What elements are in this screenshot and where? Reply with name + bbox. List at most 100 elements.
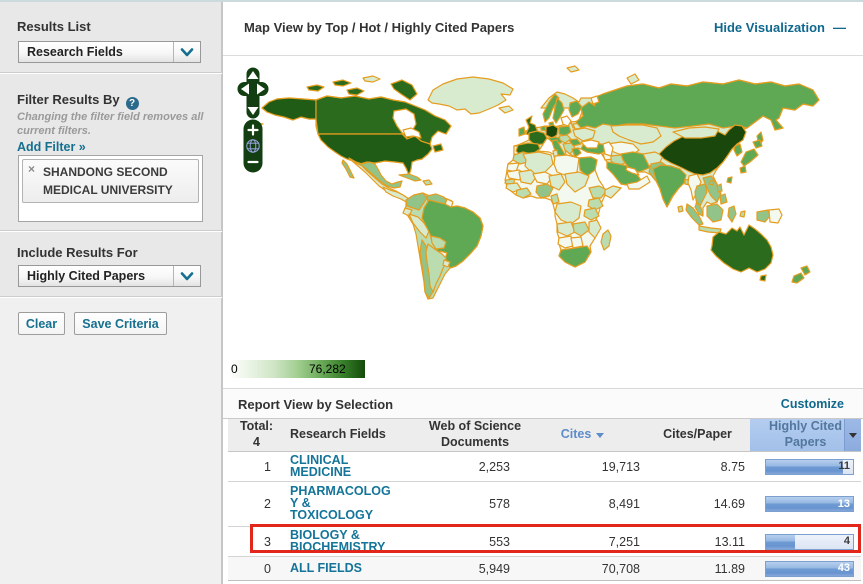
filter-results-by-label: Filter Results By? [17, 92, 139, 110]
results-list-selected-value: Research Fields [27, 45, 123, 59]
country-moluccas[interactable] [739, 210, 746, 218]
country-ireland[interactable] [518, 126, 526, 137]
country-hokkaido[interactable] [752, 139, 763, 149]
country-arctic-island-1[interactable] [306, 84, 325, 92]
country-cameroon[interactable] [550, 193, 560, 205]
hide-visualization-link[interactable]: Hide Visualization — [714, 20, 846, 35]
customize-link[interactable]: Customize [781, 397, 844, 411]
country-germany[interactable] [545, 124, 559, 139]
table-row: 2 PHARMACOLOG Y & TOXICOLOGY 578 8,491 14.69… [228, 482, 861, 527]
rank-cell: 0 [264, 561, 271, 576]
results-list-chevron-down-icon[interactable] [173, 42, 200, 62]
country-benelux[interactable] [540, 125, 547, 132]
highly-cited-cell: 13 [750, 482, 861, 526]
remove-filter-icon[interactable]: × [28, 163, 35, 175]
results-list-select[interactable]: Research Fields [18, 41, 201, 63]
highly-cited-bar: 4 [765, 533, 854, 550]
table-row-highlighted: 3 BIOLOGY & BIOCHEMISTRY 553 7,251 13.11 4 [228, 527, 861, 557]
map-pan-control[interactable] [237, 67, 269, 119]
country-borneo[interactable] [706, 203, 724, 223]
column-header-highly-cited-papers[interactable]: Highly Cited Papers [750, 419, 861, 451]
column-menu-button[interactable] [844, 419, 861, 451]
country-botswana[interactable] [570, 236, 584, 249]
country-arctic-island-3[interactable] [362, 75, 381, 83]
country-new-guinea-west[interactable] [756, 209, 771, 223]
country-svalbard[interactable] [566, 65, 580, 73]
map-zoom-control[interactable] [243, 119, 263, 173]
country-somalia[interactable] [604, 185, 622, 199]
highly-cited-bar-fill [766, 459, 843, 474]
table-row: 0 ALL FIELDS 5,949 70,708 11.89 43 [228, 557, 861, 581]
country-sulawesi[interactable] [727, 205, 737, 223]
minimize-icon: — [833, 20, 846, 35]
table-row: 1 CLINICAL MEDICINE 2,253 19,713 8.75 11 [228, 452, 861, 482]
highly-cited-value: 13 [837, 497, 850, 510]
country-taiwan[interactable] [726, 176, 733, 184]
filter-results-by-text: Filter Results By [17, 92, 120, 107]
add-filter-link[interactable]: Add Filter » [17, 140, 86, 154]
country-hispaniola[interactable] [422, 179, 433, 186]
research-field-link[interactable]: CLINICAL MEDICINE [290, 453, 351, 478]
filter-note: Changing the filter field removes all cu… [17, 111, 204, 137]
country-sri-lanka[interactable] [677, 205, 684, 213]
country-australia[interactable] [710, 224, 774, 273]
column-header-wos-documents[interactable]: Web of Science Documents [429, 419, 521, 451]
country-arctic-island-2[interactable] [332, 79, 352, 87]
sidebar-section-actions [0, 298, 222, 584]
save-criteria-button[interactable]: Save Criteria [74, 312, 167, 335]
country-novaya-zemlya[interactable] [626, 73, 640, 85]
column-header-cites[interactable]: Cites [520, 419, 645, 451]
chevron-down-stroke [180, 47, 194, 56]
country-philippines-2[interactable] [719, 193, 728, 205]
country-iceland[interactable] [498, 105, 514, 114]
clear-button[interactable]: Clear [18, 312, 65, 335]
country-new-guinea-east[interactable] [768, 208, 783, 224]
cites-cell: 8,491 [608, 497, 640, 511]
help-icon[interactable]: ? [125, 97, 139, 110]
filter-chip[interactable]: × SHANDONG SECOND MEDICAL UNIVERSITY [22, 159, 199, 203]
include-results-chevron-down-icon[interactable] [173, 266, 200, 286]
table-header-row: Total: 4 Research Fields Web of Science Do… [228, 419, 861, 452]
country-philippines-1[interactable] [716, 183, 723, 193]
cites-per-paper-cell: 13.11 [714, 534, 745, 549]
cites-cell: 7,251 [608, 534, 640, 549]
country-arctic-island-4[interactable] [346, 87, 365, 96]
country-white-sea[interactable] [590, 95, 600, 105]
country-baffin-island[interactable] [390, 79, 418, 101]
report-table: Total: 4 Research Fields Web of Science Do… [228, 419, 861, 581]
research-field-link[interactable]: PHARMACOLOG Y & TOXICOLOGY [290, 485, 391, 522]
country-uruguay[interactable] [442, 259, 451, 268]
map-header: Map View by Top / Hot / Highly Cited Pap… [223, 2, 863, 56]
include-results-select[interactable]: Highly Cited Papers [18, 265, 201, 287]
column-header-cites-per-paper[interactable]: Cites/Paper [645, 419, 750, 451]
column-header-research-fields[interactable]: Research Fields [285, 419, 430, 451]
country-tasmania[interactable] [759, 274, 767, 282]
rank-cell: 1 [264, 459, 271, 474]
highly-cited-value: 43 [837, 562, 850, 574]
report-header: Report View by Selection Customize [223, 389, 863, 419]
country-kyushu[interactable] [739, 165, 747, 174]
highly-cited-cell: 43 [750, 557, 861, 580]
research-field-link[interactable]: BIOLOGY & BIOCHEMISTRY [290, 528, 385, 553]
country-russia[interactable] [575, 79, 820, 131]
country-korea[interactable] [733, 143, 743, 157]
highly-cited-header-label: Highly Cited Papers [769, 419, 842, 449]
country-madagascar[interactable] [600, 229, 612, 251]
map-view-title: Map View by Top / Hot / Highly Cited Pap… [244, 20, 515, 35]
country-newfoundland[interactable] [432, 143, 444, 153]
world-map[interactable] [223, 56, 863, 388]
country-cuba[interactable] [398, 173, 422, 182]
country-java[interactable] [698, 225, 722, 234]
map-visualization: 0 76,282 [223, 56, 863, 389]
country-nz-south[interactable] [791, 272, 805, 284]
field-cell: PHARMACOLOG Y & TOXICOLOGY [285, 482, 430, 526]
country-south-africa[interactable] [558, 245, 592, 268]
country-honshu[interactable] [740, 148, 759, 167]
research-field-link[interactable]: ALL FIELDS [290, 561, 362, 574]
legend-min-value: 0 [231, 362, 238, 376]
country-nz-north[interactable] [800, 265, 811, 276]
country-baja[interactable] [341, 159, 355, 179]
country-hainan[interactable] [708, 180, 715, 186]
country-alaska[interactable] [261, 97, 317, 121]
include-results-selected-value: Highly Cited Papers [27, 269, 146, 283]
